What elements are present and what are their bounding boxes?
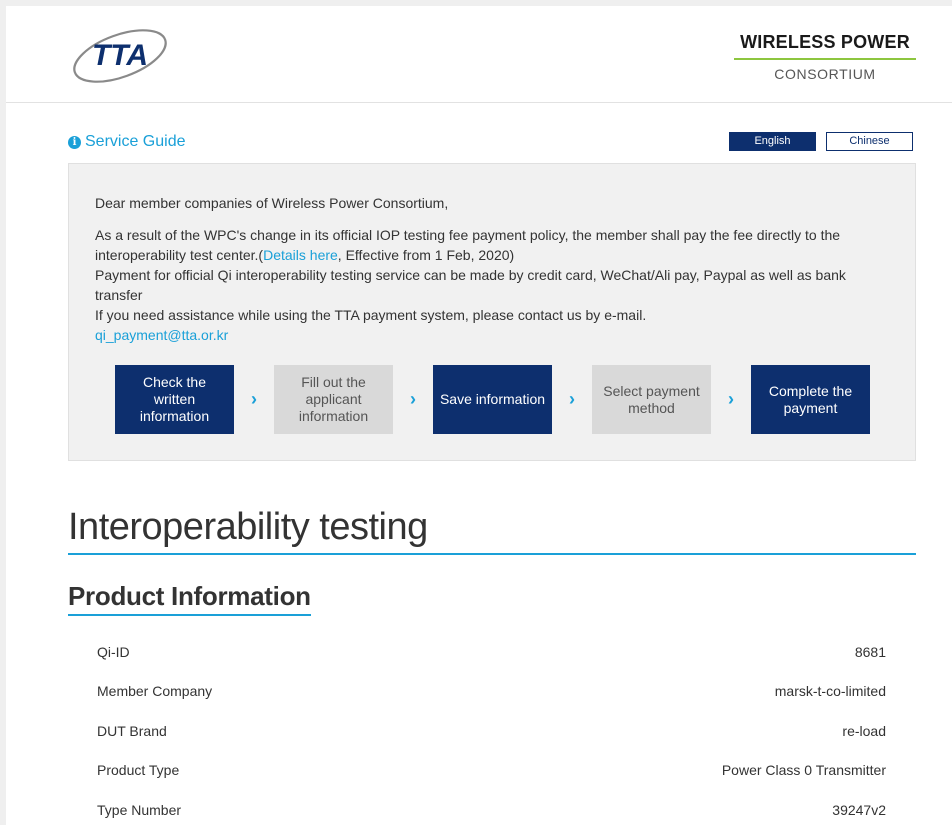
info-label: Type Number xyxy=(97,801,182,818)
service-guide-link[interactable]: i Service Guide xyxy=(68,133,186,151)
info-value: 39247v2 xyxy=(832,801,886,818)
chevron-right-icon: › xyxy=(569,389,575,409)
notice-para3: If you need assistance while using the T… xyxy=(95,307,647,323)
step-complete-payment: Complete the payment xyxy=(751,365,870,434)
wpc-subtitle: CONSORTIUM xyxy=(774,66,876,82)
step-select-payment: Select payment method xyxy=(592,365,711,434)
details-link[interactable]: Details here xyxy=(263,247,338,263)
service-guide-label: Service Guide xyxy=(85,133,186,150)
info-value: 8681 xyxy=(854,643,886,660)
info-value: re-load xyxy=(842,722,886,739)
info-icon: i xyxy=(68,135,81,149)
info-row-member-company: Member Company marsk-t-co-limited xyxy=(97,672,886,712)
tta-logo-text: TTA xyxy=(92,39,148,72)
english-button[interactable]: English xyxy=(729,132,816,151)
site-header: TTA WIRELESS POWER CONSORTIUM xyxy=(6,6,952,103)
product-info-table: Qi-ID 8681 Member Company marsk-t-co-lim… xyxy=(97,632,886,825)
info-row-type-number: Type Number 39247v2 xyxy=(97,790,886,825)
info-row-dut-brand: DUT Brand re-load xyxy=(97,711,886,751)
info-label: Qi-ID xyxy=(97,643,130,660)
section-title-product-information: Product Information xyxy=(68,580,311,616)
notice-para2: Payment for official Qi interoperability… xyxy=(95,267,846,303)
info-value: Power Class 0 Transmitter xyxy=(721,762,886,779)
notice-para1: As a result of the WPC's change in its o… xyxy=(95,225,895,265)
notice-para1-after: , Effective from 1 Feb, 2020) xyxy=(337,247,515,263)
chevron-right-icon: › xyxy=(410,389,416,409)
info-label: Product Type xyxy=(97,762,180,779)
page-title: Interoperability testing xyxy=(68,503,916,555)
chevron-right-icon: › xyxy=(251,389,257,409)
info-row-product-type: Product Type Power Class 0 Transmitter xyxy=(97,751,886,791)
wpc-logo[interactable]: WIRELESS POWER CONSORTIUM xyxy=(734,32,916,92)
notice-box: Dear member companies of Wireless Power … xyxy=(68,163,916,461)
chinese-button[interactable]: Chinese xyxy=(826,132,913,151)
info-label: Member Company xyxy=(97,683,213,700)
step-fill-applicant: Fill out the applicant information xyxy=(274,365,393,434)
step-save-information: Save information xyxy=(433,365,552,434)
tta-logo[interactable]: TTA xyxy=(68,25,173,85)
email-link[interactable]: qi_payment@tta.or.kr xyxy=(95,325,895,345)
info-value: marsk-t-co-limited xyxy=(774,683,886,700)
payment-steps: Check the written information › Fill out… xyxy=(115,365,870,434)
notice-greeting: Dear member companies of Wireless Power … xyxy=(95,195,449,211)
info-row-qi-id: Qi-ID 8681 xyxy=(97,632,886,672)
info-label: DUT Brand xyxy=(97,722,167,739)
notice-text: Dear member companies of Wireless Power … xyxy=(95,193,895,345)
step-check-information: Check the written information xyxy=(115,365,234,434)
chevron-right-icon: › xyxy=(728,389,734,409)
wpc-title: WIRELESS POWER xyxy=(734,32,916,60)
